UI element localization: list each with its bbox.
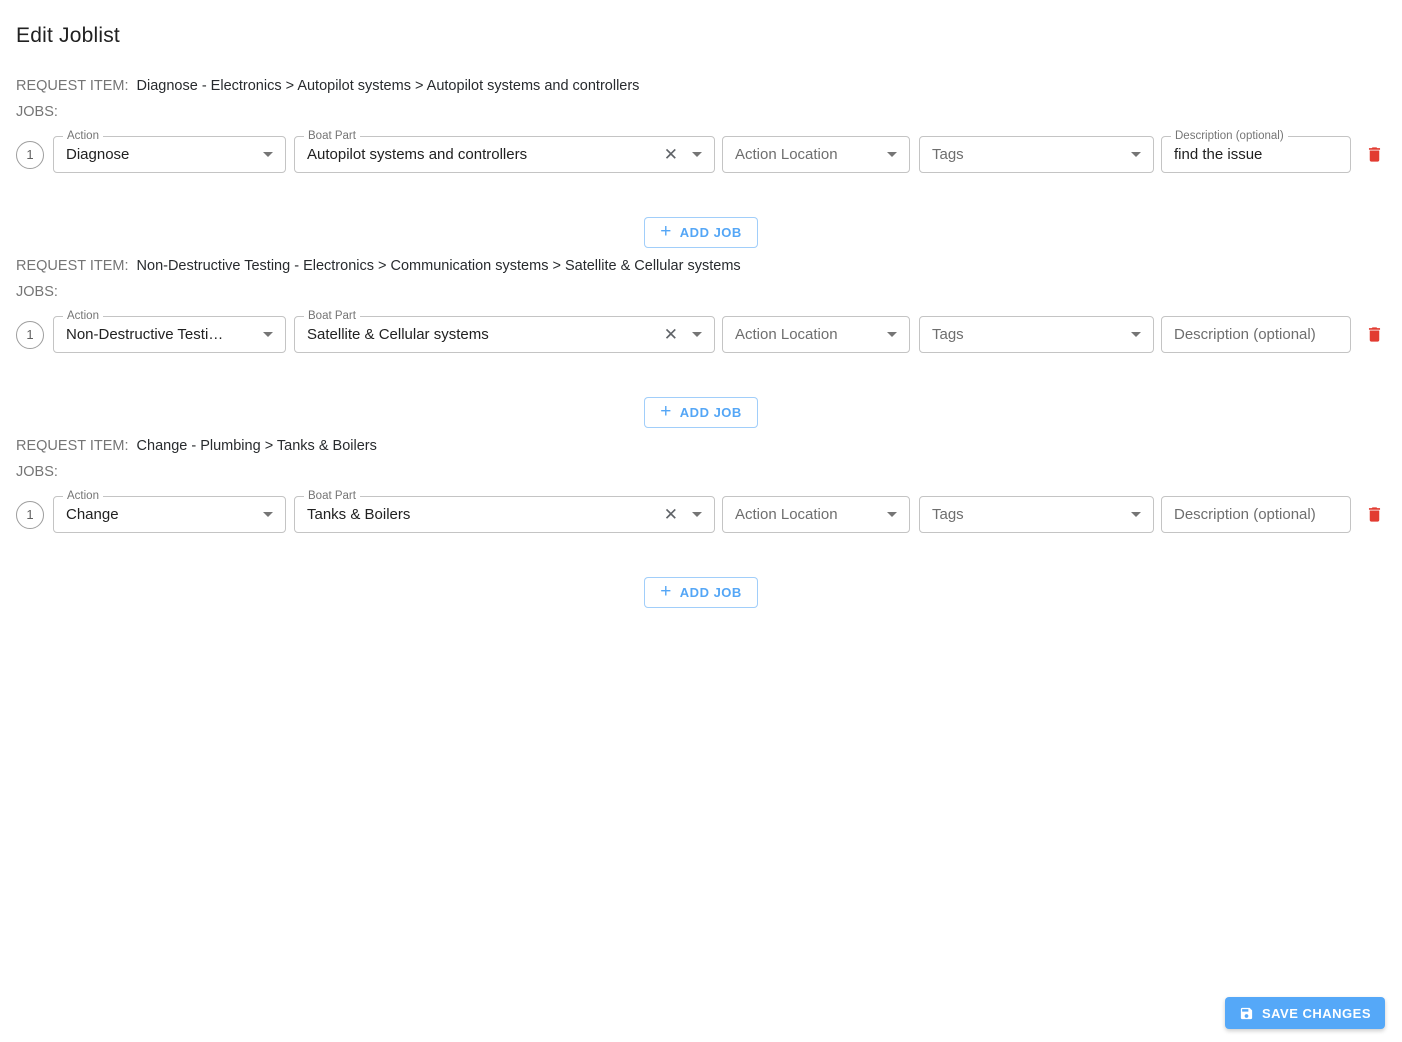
description-input[interactable] [1174, 326, 1338, 343]
request-item-label: REQUEST ITEM: [16, 258, 129, 274]
trash-icon [1365, 504, 1384, 525]
boat-part-value: Autopilot systems and controllers [307, 146, 528, 163]
delete-job-button[interactable] [1363, 502, 1386, 527]
action-value: Non-Destructive Testing [66, 326, 224, 343]
add-job-button[interactable]: + ADD JOB [644, 577, 758, 608]
chevron-down-icon[interactable] [1131, 152, 1141, 157]
action-value: Diagnose [66, 146, 130, 163]
request-section: REQUEST ITEM: Diagnose - Electronics > Au… [16, 78, 1386, 248]
boat-part-select[interactable]: Boat Part Tanks & Boilers ✕ [294, 489, 715, 533]
add-job-label: ADD JOB [679, 585, 742, 600]
request-item-label: REQUEST ITEM: [16, 438, 129, 454]
boat-part-select[interactable]: Boat Part Autopilot systems and controll… [294, 129, 715, 173]
add-job-button[interactable]: + ADD JOB [644, 217, 758, 248]
plus-icon: + [660, 581, 672, 602]
job-row: 1 Action Change Boat Part Tanks & Boiler… [16, 489, 1386, 533]
boat-part-select[interactable]: Boat Part Satellite & Cellular systems ✕ [294, 309, 715, 353]
request-item-line: REQUEST ITEM: Change - Plumbing > Tanks &… [16, 438, 1386, 454]
chevron-down-icon[interactable] [263, 332, 273, 337]
chevron-down-icon[interactable] [1131, 332, 1141, 337]
request-section: REQUEST ITEM: Change - Plumbing > Tanks &… [16, 438, 1386, 608]
boat-part-value: Tanks & Boilers [307, 506, 411, 523]
request-item-value: Change - Plumbing > Tanks & Boilers [136, 438, 377, 454]
action-location-placeholder: Action Location [735, 506, 838, 523]
boat-part-field-label: Boat Part [304, 489, 360, 503]
action-field-label: Action [63, 309, 103, 323]
request-item-label: REQUEST ITEM: [16, 78, 129, 94]
action-select[interactable]: Action Change [53, 489, 286, 533]
add-job-button[interactable]: + ADD JOB [644, 397, 758, 428]
delete-job-button[interactable] [1363, 322, 1386, 347]
description-field[interactable]: Description (optional) [1161, 129, 1351, 173]
tags-select[interactable]: Tags [919, 316, 1154, 353]
save-changes-label: SAVE CHANGES [1261, 1005, 1371, 1021]
description-input[interactable] [1174, 506, 1338, 523]
job-row: 1 Action Diagnose Boat Part Autopilot sy… [16, 129, 1386, 173]
action-select[interactable]: Action Diagnose [53, 129, 286, 173]
boat-part-value: Satellite & Cellular systems [307, 326, 489, 343]
clear-icon[interactable]: ✕ [664, 506, 678, 523]
chevron-down-icon[interactable] [692, 332, 702, 337]
chevron-down-icon[interactable] [887, 332, 897, 337]
boat-part-field-label: Boat Part [304, 309, 360, 323]
plus-icon: + [660, 221, 672, 242]
chevron-down-icon[interactable] [887, 152, 897, 157]
delete-job-button[interactable] [1363, 142, 1386, 167]
tags-placeholder: Tags [932, 146, 964, 163]
job-index-badge: 1 [16, 140, 44, 169]
chevron-down-icon[interactable] [1131, 512, 1141, 517]
chevron-down-icon[interactable] [887, 512, 897, 517]
plus-icon: + [660, 401, 672, 422]
action-location-placeholder: Action Location [735, 326, 838, 343]
trash-icon [1365, 144, 1384, 165]
chevron-down-icon[interactable] [263, 512, 273, 517]
chevron-down-icon[interactable] [263, 152, 273, 157]
action-location-select[interactable]: Action Location [722, 136, 910, 173]
description-field[interactable] [1161, 496, 1351, 533]
add-job-label: ADD JOB [679, 225, 742, 240]
add-job-label: ADD JOB [679, 405, 742, 420]
description-input[interactable] [1174, 146, 1338, 163]
page-title: Edit Joblist [16, 24, 120, 47]
jobs-label: JOBS: [16, 284, 58, 300]
chevron-down-icon[interactable] [692, 512, 702, 517]
action-select[interactable]: Action Non-Destructive Testing [53, 309, 286, 353]
save-icon [1239, 1006, 1254, 1021]
clear-icon[interactable]: ✕ [664, 326, 678, 343]
chevron-down-icon[interactable] [692, 152, 702, 157]
action-value: Change [66, 506, 119, 523]
tags-select[interactable]: Tags [919, 136, 1154, 173]
action-location-placeholder: Action Location [735, 146, 838, 163]
action-location-select[interactable]: Action Location [722, 316, 910, 353]
job-index-badge: 1 [16, 500, 44, 529]
boat-part-field-label: Boat Part [304, 129, 360, 143]
tags-placeholder: Tags [932, 326, 964, 343]
tags-select[interactable]: Tags [919, 496, 1154, 533]
job-row: 1 Action Non-Destructive Testing Boat Pa… [16, 309, 1386, 353]
request-item-line: REQUEST ITEM: Non-Destructive Testing - E… [16, 258, 1386, 274]
jobs-label: JOBS: [16, 104, 58, 120]
description-field-label: Description (optional) [1171, 129, 1288, 143]
action-location-select[interactable]: Action Location [722, 496, 910, 533]
tags-placeholder: Tags [932, 506, 964, 523]
request-section: REQUEST ITEM: Non-Destructive Testing - E… [16, 258, 1386, 428]
clear-icon[interactable]: ✕ [664, 146, 678, 163]
request-item-value: Non-Destructive Testing - Electronics > … [136, 258, 741, 274]
action-field-label: Action [63, 489, 103, 503]
job-index-badge: 1 [16, 320, 44, 349]
action-field-label: Action [63, 129, 103, 143]
description-field[interactable] [1161, 316, 1351, 353]
trash-icon [1365, 324, 1384, 345]
request-item-value: Diagnose - Electronics > Autopilot syste… [136, 78, 640, 94]
jobs-label: JOBS: [16, 464, 58, 480]
save-changes-button[interactable]: SAVE CHANGES [1224, 997, 1385, 1029]
request-item-line: REQUEST ITEM: Diagnose - Electronics > Au… [16, 78, 1386, 94]
